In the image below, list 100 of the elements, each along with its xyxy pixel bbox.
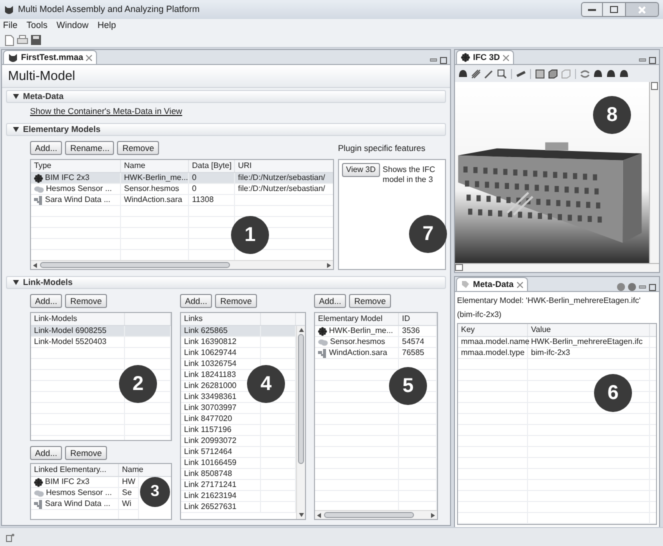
action-button[interactable]: Add... — [180, 294, 212, 308]
column-header[interactable]: Value — [531, 324, 551, 336]
table-row[interactable]: Link 21623194 — [181, 491, 296, 502]
table-row[interactable]: Link-Model 5520403 — [31, 337, 171, 348]
column-header[interactable]: Links — [184, 313, 203, 325]
action-button[interactable]: Remove — [349, 294, 391, 308]
view-tab[interactable]: Meta-Data — [456, 277, 528, 291]
section-header[interactable]: Link-Models — [6, 276, 446, 289]
table-row[interactable]: mmaa.model.type bim-ifc-2x3 — [458, 348, 656, 359]
column-header[interactable]: Name — [124, 160, 146, 172]
table-row[interactable]: Link 16390812 — [181, 337, 296, 348]
dome-icon[interactable] — [458, 68, 468, 78]
menu-item[interactable]: File — [3, 19, 18, 33]
table-row[interactable]: Link 5712464 — [181, 447, 296, 458]
maximize-icon[interactable] — [440, 57, 447, 64]
table-row[interactable]: BIM IFC 2x3 HW — [31, 477, 139, 488]
maximize-button[interactable] — [603, 2, 625, 17]
view-3d-button[interactable]: View 3D — [342, 163, 380, 177]
close-icon[interactable] — [502, 54, 509, 60]
menu-item[interactable]: Tools — [26, 19, 48, 33]
table-row[interactable]: Hesmos Sensor ... Sensor.hesmos 0 file:/D:/Nutzer/sebastian/ — [31, 184, 333, 195]
ruler-icon[interactable] — [516, 68, 526, 78]
table-row[interactable]: Link 1157196 — [181, 425, 296, 436]
table-row[interactable]: mmaa.model.name HWK-Berlin_mehrereEtagen.ifc — [458, 337, 656, 348]
horizontal-slider[interactable] — [455, 263, 659, 272]
table-row[interactable]: Link 10166459 — [181, 458, 296, 469]
arrows-icon[interactable] — [580, 68, 590, 78]
square-icon[interactable] — [535, 68, 545, 78]
maximize-icon[interactable] — [649, 284, 656, 290]
column-header[interactable]: URI — [238, 160, 252, 172]
vertical-scrollbar[interactable] — [296, 326, 305, 519]
table-row[interactable]: BIM IFC 2x3 HWK-Berlin_me... 0 file:/D:/Nutzer/sebastian/ — [31, 173, 333, 184]
pen-icon[interactable] — [484, 68, 494, 78]
column-header[interactable]: Data [Byte] — [192, 160, 232, 172]
section-header[interactable]: Elementary Models — [6, 123, 446, 136]
new-file-icon[interactable] — [5, 34, 14, 46]
table-row[interactable]: Link 27171241 — [181, 480, 296, 491]
minimize-icon[interactable] — [639, 284, 646, 290]
action-button[interactable]: Remove — [65, 294, 107, 308]
minimize-icon[interactable] — [639, 57, 646, 64]
table-row[interactable]: Link 30703997 — [181, 403, 296, 414]
column-header[interactable]: Linked Elementary... — [34, 464, 106, 476]
action-button[interactable]: Remove — [215, 294, 257, 308]
scroll-left-icon[interactable] — [317, 512, 321, 518]
action-button[interactable]: Add... — [30, 141, 62, 155]
action-button[interactable]: Add... — [314, 294, 346, 308]
horizontal-scrollbar[interactable] — [315, 510, 437, 519]
vertical-slider[interactable] — [649, 82, 659, 263]
table-row[interactable]: Link 8508748 — [181, 469, 296, 480]
action-button[interactable]: Add... — [30, 294, 62, 308]
remove-circle-icon[interactable] — [628, 283, 636, 291]
expand-arrow-icon[interactable] — [13, 127, 19, 132]
table-row[interactable]: Sara Wind Data ... Wi — [31, 499, 139, 510]
table-row[interactable]: Sensor.hesmos 54574 — [315, 337, 437, 348]
cube-icon[interactable] — [548, 68, 558, 78]
action-button[interactable]: Remove — [65, 446, 107, 460]
scroll-left-icon[interactable] — [33, 262, 37, 268]
table-row[interactable]: Link 26527631 — [181, 502, 296, 513]
table-row[interactable]: Link 10629744 — [181, 348, 296, 359]
expand-arrow-icon[interactable] — [13, 280, 19, 285]
column-header[interactable]: Key — [461, 324, 475, 336]
close-icon[interactable] — [86, 54, 92, 60]
menu-item[interactable]: Help — [98, 19, 116, 33]
column-header[interactable]: Type — [34, 160, 52, 172]
table-row[interactable]: Link 10326754 — [181, 359, 296, 370]
table-row[interactable]: Link-Model 6908255 — [31, 326, 171, 337]
column-header[interactable]: Name — [122, 464, 144, 476]
expand-arrow-icon[interactable] — [13, 94, 19, 99]
column-header[interactable]: Elementary Model — [318, 313, 382, 325]
table-row[interactable]: Link 625865 — [181, 326, 296, 337]
scroll-down-icon[interactable] — [298, 513, 304, 517]
meta-data-link[interactable]: Show the Container's Meta-Data in View — [30, 105, 182, 118]
scroll-up-icon[interactable] — [298, 328, 304, 332]
menu-item[interactable]: Window — [56, 19, 89, 33]
minimize-icon[interactable] — [430, 57, 437, 64]
section-header[interactable]: Meta-Data — [6, 90, 446, 103]
magnifier-icon[interactable] — [497, 68, 507, 78]
view-tab[interactable]: IFC 3D — [456, 50, 514, 64]
minimize-button[interactable] — [581, 2, 603, 17]
maximize-icon[interactable] — [649, 57, 656, 64]
print-icon[interactable] — [17, 35, 28, 45]
scroll-right-icon[interactable] — [431, 512, 435, 518]
column-header[interactable]: ID — [402, 313, 410, 325]
action-button[interactable]: Remove — [117, 141, 160, 155]
table-row[interactable]: HWK-Berlin_me... 3536 — [315, 326, 437, 337]
table-cell: Sensor.hesmos — [124, 183, 180, 195]
horizontal-scrollbar[interactable] — [31, 260, 333, 269]
action-button[interactable]: Rename... — [65, 141, 114, 155]
table-row[interactable]: Link 8477020 — [181, 414, 296, 425]
close-icon[interactable] — [516, 282, 523, 288]
view-tab[interactable]: FirstTest.mmaa — [3, 50, 98, 64]
save-icon[interactable] — [31, 35, 41, 45]
table-row[interactable]: Sara Wind Data ... WindAction.sara 11308 — [31, 195, 333, 206]
add-circle-icon[interactable] — [617, 283, 625, 291]
action-button[interactable]: Add... — [30, 446, 62, 460]
scroll-right-icon[interactable] — [327, 262, 331, 268]
table-row[interactable]: Link 20993072 — [181, 436, 296, 447]
hatched-icon[interactable] — [471, 68, 481, 78]
table-row[interactable]: Hesmos Sensor ... Se — [31, 488, 139, 499]
table-row[interactable]: WindAction.sara 76585 — [315, 348, 437, 359]
